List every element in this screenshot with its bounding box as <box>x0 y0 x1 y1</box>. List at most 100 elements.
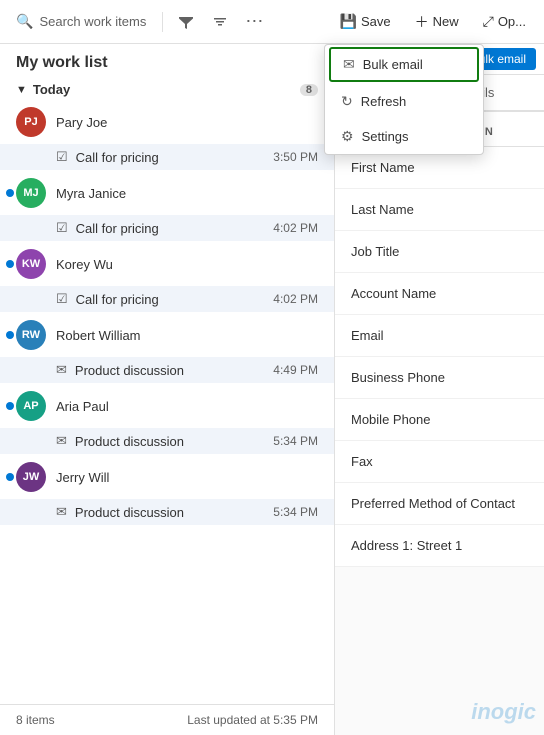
field-row[interactable]: Job Title <box>335 231 544 273</box>
search-icon: 🔍 <box>16 13 33 30</box>
more-button[interactable]: ⋯ <box>239 7 269 37</box>
activity-time: 5:34 PM <box>273 505 318 519</box>
field-label: Job Title <box>351 244 399 259</box>
last-updated: Last updated at 5:35 PM <box>187 713 318 727</box>
activity-row[interactable]: ☑ Call for pricing4:02 PM <box>0 286 334 312</box>
contact-group: RWRobert William ✉ Product discussion4:49 … <box>0 314 334 383</box>
contact-group: JW Jerry Will ✉ Product discussion5:34 PM <box>0 456 334 525</box>
field-label: Account Name <box>351 286 436 301</box>
contact-row[interactable]: PJ Pary Joe <box>0 101 334 143</box>
activity-text: Call for pricing <box>76 221 274 236</box>
bulk-email-menu-item[interactable]: ✉ Bulk email <box>329 47 479 82</box>
avatar: PJ <box>16 107 46 137</box>
avatar: KW <box>16 249 46 279</box>
contact-name: Korey Wu <box>56 257 113 272</box>
avatar: MJ <box>16 178 46 208</box>
section-header: ▼ Today 8 <box>0 78 334 101</box>
field-label: Last Name <box>351 202 414 217</box>
field-row[interactable]: Business Phone <box>335 357 544 399</box>
checkbox-icon: ☑ <box>56 291 68 307</box>
contact-row[interactable]: AP Aria Paul <box>0 385 334 427</box>
activity-time: 3:50 PM <box>273 150 318 164</box>
field-label: First Name <box>351 160 415 175</box>
new-button[interactable]: ＋ New <box>405 8 469 36</box>
field-row[interactable]: Preferred Method of Contact <box>335 483 544 525</box>
contact-name: Aria Paul <box>56 399 109 414</box>
toolbar: 🔍 Search work items ⋯ 💾 Save ＋ New ⤢ Op.… <box>0 0 544 44</box>
activity-text: Call for pricing <box>76 292 274 307</box>
separator-1 <box>162 12 163 32</box>
activity-time: 4:02 PM <box>273 292 318 306</box>
avatar: JW <box>16 462 46 492</box>
activity-time: 4:02 PM <box>273 221 318 235</box>
right-panel-content: CONTACT INFORMATION First NameLast NameJ… <box>335 112 544 567</box>
contact-name: Robert William <box>56 328 141 343</box>
field-row[interactable]: Fax <box>335 441 544 483</box>
field-row[interactable]: Email <box>335 315 544 357</box>
activity-row[interactable]: ✉ Product discussion5:34 PM <box>0 499 334 525</box>
field-row[interactable]: Mobile Phone <box>335 399 544 441</box>
contact-name: Pary Joe <box>56 115 107 130</box>
contact-row[interactable]: RWRobert William <box>0 314 334 356</box>
email-icon: ✉ <box>56 433 67 449</box>
contact-row[interactable]: MJ Myra Janice <box>0 172 334 214</box>
activity-text: Product discussion <box>75 505 273 520</box>
field-row[interactable]: Account Name <box>335 273 544 315</box>
search-area[interactable]: 🔍 Search work items <box>8 9 154 34</box>
contact-name: Jerry Will <box>56 470 109 485</box>
unread-dot <box>6 402 14 410</box>
dropdown-menu: ✉ Bulk email ↻ Refresh ⚙ Settings <box>324 44 484 155</box>
contact-row[interactable]: KW Korey Wu <box>0 243 334 285</box>
save-icon: 💾 <box>340 13 357 30</box>
contact-group: AP Aria Paul ✉ Product discussion5:34 PM <box>0 385 334 454</box>
contact-group: PJ Pary Joe ☑ Call for pricing3:50 PM <box>0 101 334 170</box>
field-label: Business Phone <box>351 370 445 385</box>
email-icon: ✉ <box>56 362 67 378</box>
checkbox-icon: ☑ <box>56 220 68 236</box>
bulk-email-icon: ✉ <box>343 56 355 73</box>
sort-button[interactable] <box>205 7 235 37</box>
field-list: First Name Last Name Job Title Account Name… <box>335 147 544 567</box>
email-icon: ✉ <box>56 504 67 520</box>
activity-row[interactable]: ☑ Call for pricing4:02 PM <box>0 215 334 241</box>
options-button[interactable]: ⤢ Op... <box>473 9 536 34</box>
field-label: Mobile Phone <box>351 412 431 427</box>
refresh-menu-item[interactable]: ↻ Refresh <box>325 84 483 119</box>
activity-text: Call for pricing <box>76 150 274 165</box>
activity-row[interactable]: ✉ Product discussion4:49 PM <box>0 357 334 383</box>
left-footer: 8 items Last updated at 5:35 PM <box>0 704 334 735</box>
unread-dot <box>6 260 14 268</box>
field-row[interactable]: Address 1: Street 1 <box>335 525 544 567</box>
filter-button[interactable] <box>171 7 201 37</box>
activity-time: 4:49 PM <box>273 363 318 377</box>
contact-row[interactable]: JW Jerry Will <box>0 456 334 498</box>
settings-menu-item[interactable]: ⚙ Settings <box>325 119 483 154</box>
field-label: Address 1: Street 1 <box>351 538 462 553</box>
activity-text: Product discussion <box>75 363 273 378</box>
contact-name: Myra Janice <box>56 186 126 201</box>
contact-group: MJ Myra Janice ☑ Call for pricing4:02 PM <box>0 172 334 241</box>
field-row[interactable]: Last Name <box>335 189 544 231</box>
activity-row[interactable]: ✉ Product discussion5:34 PM <box>0 428 334 454</box>
checkbox-icon: ☑ <box>56 149 68 165</box>
settings-icon: ⚙ <box>341 128 354 145</box>
unread-dot <box>6 189 14 197</box>
work-list: PJPary Joe☑Call for pricing3:50 PMMJMyra… <box>0 101 334 704</box>
activity-time: 5:34 PM <box>273 434 318 448</box>
activity-row[interactable]: ☑ Call for pricing3:50 PM <box>0 144 334 170</box>
search-placeholder: Search work items <box>39 14 146 29</box>
inogic-watermark: inogic <box>471 699 536 725</box>
contact-group: KW Korey Wu ☑ Call for pricing4:02 PM <box>0 243 334 312</box>
unread-dot <box>6 331 14 339</box>
panel-title: My work list <box>0 44 334 78</box>
unread-dot <box>6 473 14 481</box>
refresh-icon: ↻ <box>341 93 353 110</box>
left-panel: My work list ▼ Today 8 PJ Pary Joe ☑ Call f… <box>0 44 335 735</box>
activity-text: Product discussion <box>75 434 273 449</box>
avatar: AP <box>16 391 46 421</box>
save-button[interactable]: 💾 Save <box>330 9 401 34</box>
items-count: 8 items <box>16 713 55 727</box>
field-label: Fax <box>351 454 373 469</box>
new-icon: ＋ <box>415 12 429 32</box>
chevron-icon: ▼ <box>16 84 27 96</box>
